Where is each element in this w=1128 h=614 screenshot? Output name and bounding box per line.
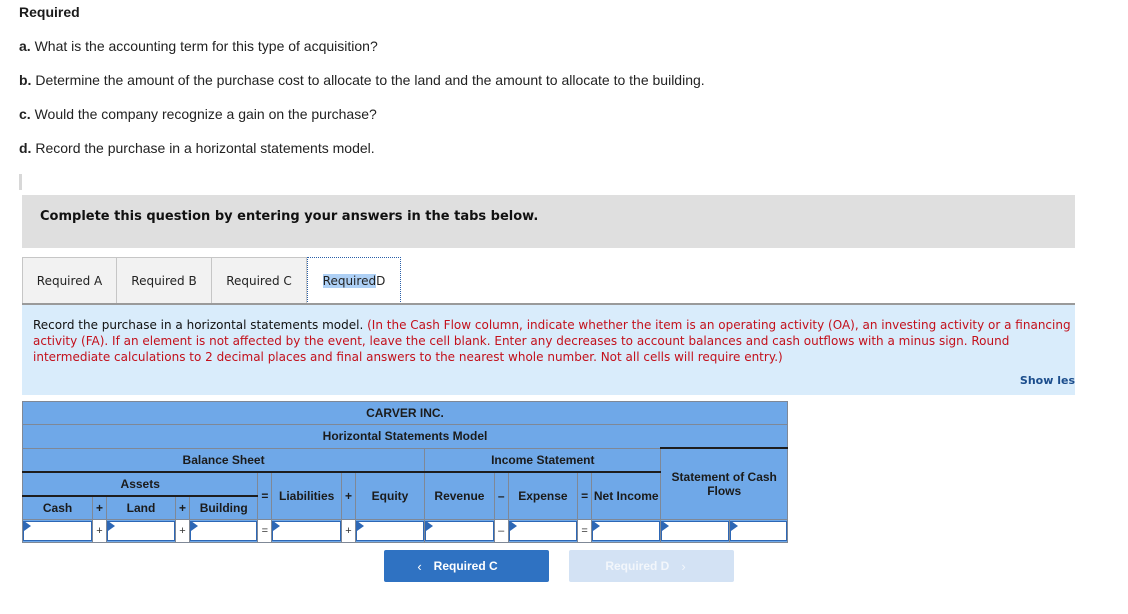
tab-required-a[interactable]: Required A [22, 257, 117, 303]
expense-header: Expense [507, 470, 579, 520]
cash-input[interactable] [23, 520, 93, 541]
liabilities-input[interactable] [272, 520, 342, 541]
revenue-input[interactable] [425, 520, 494, 541]
required-heading: Required [19, 4, 80, 20]
company-name: CARVER INC. [22, 401, 788, 425]
plus-sign: + [175, 494, 190, 520]
cash-header: Cash [21, 494, 94, 520]
tab-required-d[interactable]: Required D [307, 257, 401, 304]
tab-required-c[interactable]: Required C [212, 257, 307, 303]
question-a: a. What is the accounting term for this … [19, 38, 378, 54]
tab-required-b[interactable]: Required B [117, 257, 212, 303]
model-title: Horizontal Statements Model [22, 424, 788, 449]
previous-required-c-button[interactable]: ‹ Required C [384, 550, 549, 582]
expense-input[interactable] [508, 520, 578, 541]
equals-sign: = [257, 518, 273, 543]
income-statement-header: Income Statement [424, 447, 662, 472]
plus-sign: + [92, 494, 107, 520]
building-header: Building [188, 494, 259, 520]
minus-sign: – [493, 518, 509, 543]
question-d: d. Record the purchase in a horizontal s… [19, 140, 375, 156]
question-c: c. Would the company recognize a gain on… [19, 106, 377, 122]
equity-header: Equity [354, 470, 426, 520]
building-input[interactable] [189, 520, 258, 541]
land-input[interactable] [106, 520, 176, 541]
horizontal-statements-model: CARVER INC. Horizontal Statements Model … [21, 401, 789, 543]
instruction-text: Complete this question by entering your … [40, 209, 539, 224]
chevron-right-icon: › [681, 558, 686, 574]
plus-sign: + [341, 470, 356, 520]
instruction-box: Complete this question by entering your … [22, 195, 1075, 248]
next-required-d-button[interactable]: Required D › [569, 550, 734, 582]
equals-sign: = [577, 518, 593, 543]
cash-flow-activity-input[interactable] [729, 520, 787, 541]
liabilities-header: Liabilities [271, 470, 343, 520]
tab-bar: Required A Required B Required C Require… [22, 257, 401, 304]
chevron-left-icon: ‹ [417, 558, 422, 574]
cash-flows-header: Statement of Cash Flows [660, 447, 788, 520]
minus-sign: – [493, 470, 509, 520]
tab-panel: Record the purchase in a horizontal stat… [22, 303, 1075, 395]
balance-sheet-header: Balance Sheet [21, 447, 426, 472]
text-cursor-bar [19, 174, 22, 190]
question-b: b. Determine the amount of the purchase … [19, 72, 705, 88]
plus-sign: + [341, 518, 356, 543]
land-header: Land [105, 494, 177, 520]
panel-instructions: Record the purchase in a horizontal stat… [33, 318, 1071, 364]
net-income-input[interactable] [592, 520, 661, 541]
equals-sign: = [577, 470, 593, 520]
plus-sign: + [92, 518, 107, 543]
plus-sign: + [175, 518, 190, 543]
equity-input[interactable] [355, 520, 425, 541]
cash-flow-amount-input[interactable] [661, 520, 729, 541]
assets-header: Assets [21, 470, 259, 496]
show-less-link[interactable]: Show les [1020, 374, 1075, 387]
equals-sign: = [257, 470, 273, 520]
revenue-header: Revenue [424, 470, 495, 520]
net-income-header: Net Income [591, 470, 662, 520]
